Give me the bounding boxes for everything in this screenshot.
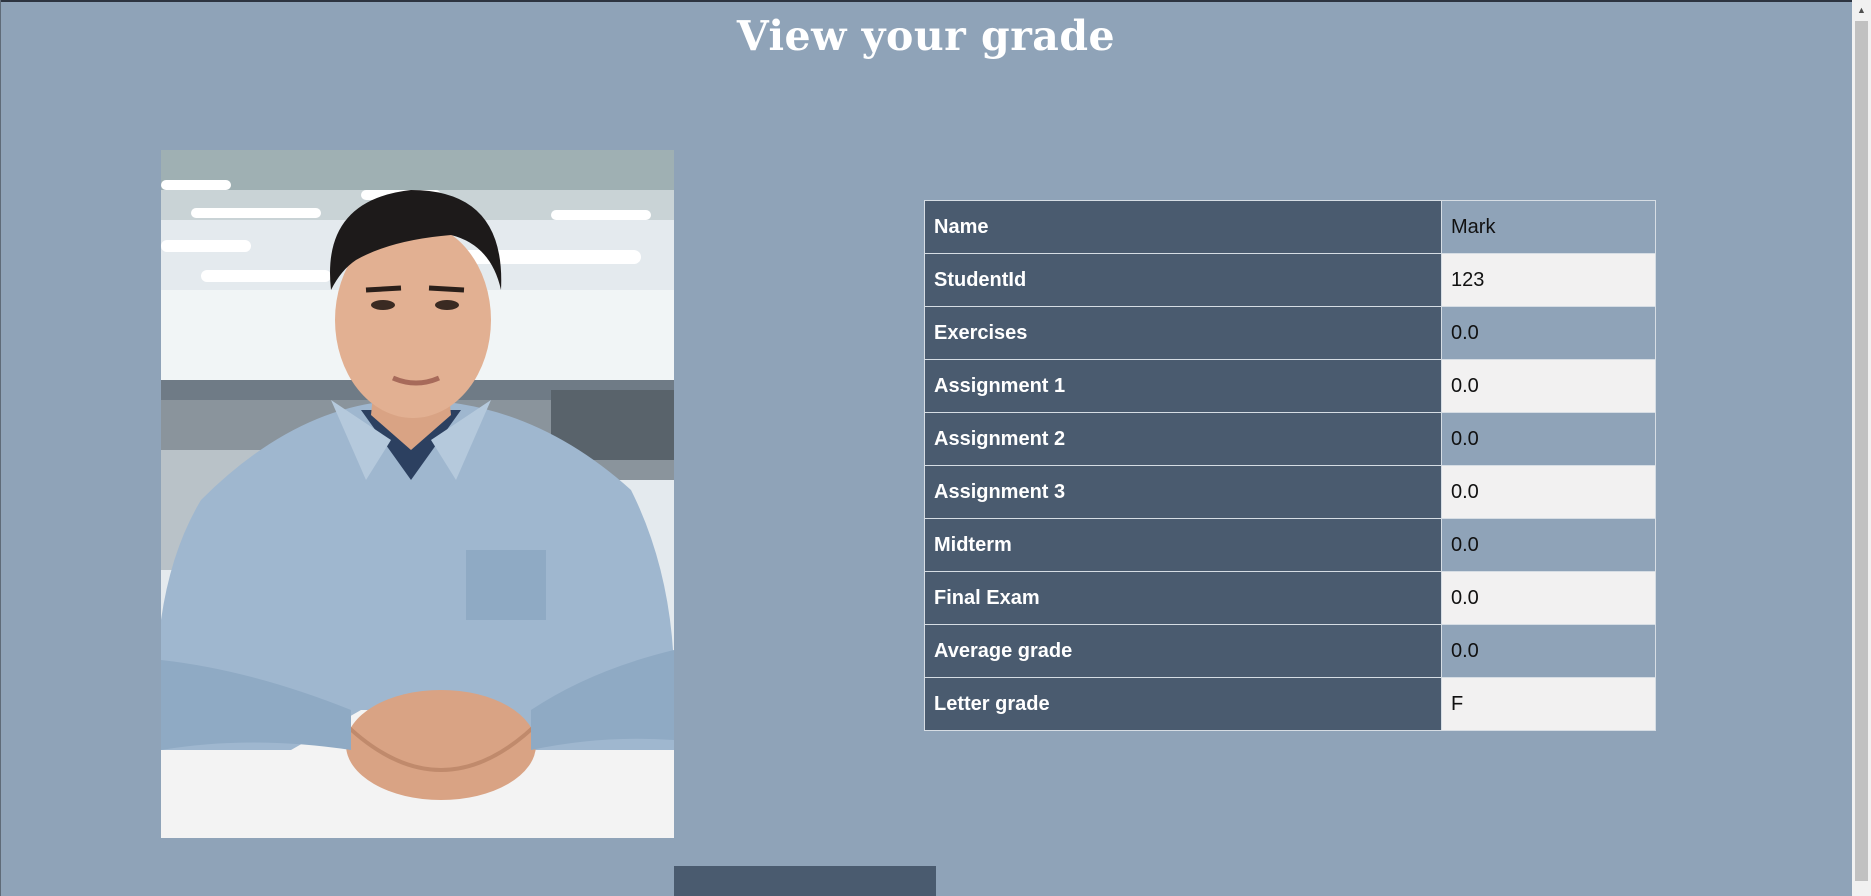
- table-row: Exercises 0.0: [924, 306, 1656, 360]
- table-row: Final Exam 0.0: [924, 571, 1656, 625]
- row-label-letter-grade: Letter grade: [924, 677, 1442, 731]
- table-row: Assignment 3 0.0: [924, 465, 1656, 519]
- table-row: Assignment 2 0.0: [924, 412, 1656, 466]
- row-value-name: Mark: [1441, 200, 1656, 254]
- row-value-exercises: 0.0: [1441, 306, 1656, 360]
- row-label-average-grade: Average grade: [924, 624, 1442, 678]
- row-value-final-exam: 0.0: [1441, 571, 1656, 625]
- table-row: Name Mark: [924, 200, 1656, 254]
- row-value-letter-grade: F: [1441, 677, 1656, 731]
- home-page-button[interactable]: Go back to Home page: [674, 866, 936, 896]
- row-value-assignment-2: 0.0: [1441, 412, 1656, 466]
- row-label-final-exam: Final Exam: [924, 571, 1442, 625]
- window-left-border: [0, 0, 1, 896]
- grade-table: Name Mark StudentId 123 Exercises 0.0 As…: [924, 200, 1656, 731]
- row-value-assignment-3: 0.0: [1441, 465, 1656, 519]
- window-top-border: [0, 0, 1871, 2]
- vertical-scrollbar[interactable]: ▲: [1852, 0, 1871, 896]
- row-label-exercises: Exercises: [924, 306, 1442, 360]
- row-label-assignment-2: Assignment 2: [924, 412, 1442, 466]
- table-row: StudentId 123: [924, 253, 1656, 307]
- scroll-thumb[interactable]: [1855, 21, 1868, 881]
- row-label-assignment-1: Assignment 1: [924, 359, 1442, 413]
- table-row: Assignment 1 0.0: [924, 359, 1656, 413]
- row-label-assignment-3: Assignment 3: [924, 465, 1442, 519]
- row-label-midterm: Midterm: [924, 518, 1442, 572]
- row-value-student-id: 123: [1441, 253, 1656, 307]
- row-value-midterm: 0.0: [1441, 518, 1656, 572]
- row-label-student-id: StudentId: [924, 253, 1442, 307]
- page-title: View your grade: [736, 12, 1116, 60]
- scroll-up-arrow-icon[interactable]: ▲: [1852, 0, 1871, 19]
- row-value-average-grade: 0.0: [1441, 624, 1656, 678]
- table-row: Average grade 0.0: [924, 624, 1656, 678]
- table-row: Letter grade F: [924, 677, 1656, 731]
- row-value-assignment-1: 0.0: [1441, 359, 1656, 413]
- table-row: Midterm 0.0: [924, 518, 1656, 572]
- student-photo: [161, 150, 674, 838]
- row-label-name: Name: [924, 200, 1442, 254]
